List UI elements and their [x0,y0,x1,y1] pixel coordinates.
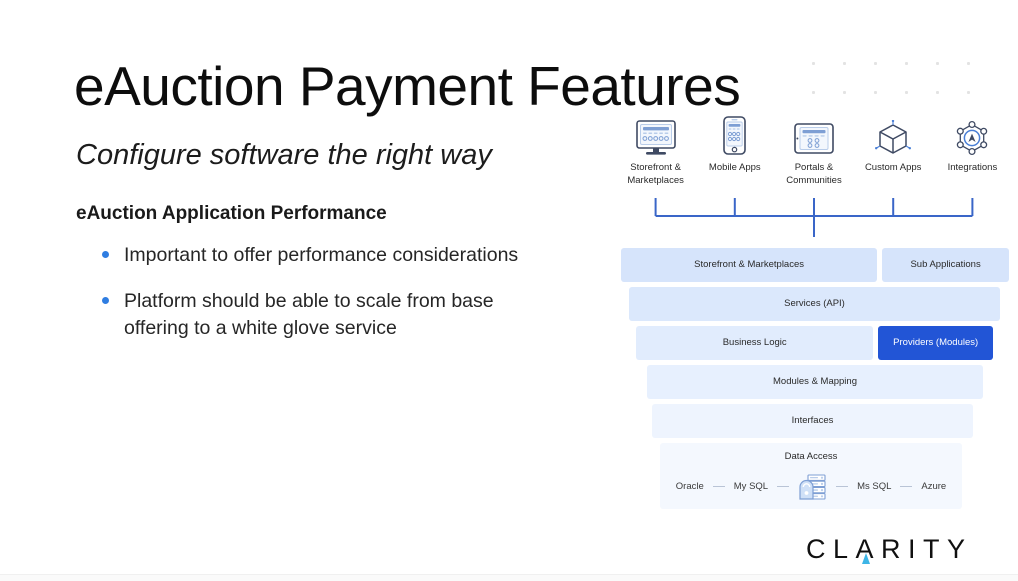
db-connector-dash [900,486,913,488]
db-connector-dash [836,486,849,488]
channel-item: Custom Apps [851,114,935,175]
layer-bar[interactable]: Modules & Mapping [647,365,983,399]
architecture-layer-stack: Storefront & Marketplaces Sub Application… [616,248,1012,514]
network-nodes-icon [930,114,1014,156]
bullet-text: Platform should be able to scale from ba… [124,289,494,340]
channel-item: Portals & Communities [772,114,856,187]
channel-item: Mobile Apps [693,114,777,175]
database-list: Oracle My SQL Ms SQL Azure [676,473,946,501]
layer-bar-label: Modules & Mapping [773,375,857,387]
layer-bar-label: Business Logic [722,336,787,348]
smartphone-icon [693,114,777,156]
slide-canvas: eAuction Payment Features Configure soft… [0,0,1018,581]
layer-bar-label: Interfaces [791,414,834,426]
channel-label: Integrations [947,162,998,173]
logo-text-after: RITY [881,534,973,564]
logo-accent-triangle-icon [861,553,870,564]
data-access-bar[interactable]: Data Access Oracle My SQL Ms SQL Azure [660,443,962,509]
layer-bar-label: Sub Applications [910,258,981,270]
logo-text-before: CL [806,534,856,564]
layer-row: Business Logic Providers (Modules) [636,326,993,360]
data-access-row: Data Access Oracle My SQL Ms SQL Azure [660,443,962,509]
list-item: Platform should be able to scale from ba… [96,288,526,343]
db-connector-dash [712,486,725,488]
layer-bar[interactable]: Business Logic [636,326,874,360]
list-item: Important to offer performance considera… [96,242,526,270]
data-access-title: Data Access [784,451,838,463]
layer-bar[interactable]: Sub Applications [882,248,1009,282]
section-heading: eAuction Application Performance [76,203,387,224]
dot-grid-decoration [812,62,1012,108]
channel-icon-row: Storefront & Marketplaces Mobile Apps Porta… [616,114,1012,194]
layer-row: Modules & Mapping [647,365,983,399]
page-title: eAuction Payment Features [74,55,741,117]
bracket-connector [616,196,1012,238]
database-server-lock-icon [798,473,827,501]
logo-letter-a: A [856,534,882,565]
bullet-dot-icon [102,296,109,304]
cube-icon [851,114,935,156]
page-subtitle: Configure software the right way [76,139,492,171]
layer-bar-label: Services (API) [784,297,845,309]
data-access-content: Data Access Oracle My SQL Ms SQL Azure [660,451,962,500]
bullet-list: Important to offer performance considera… [96,242,526,361]
channel-item: Storefront & Marketplaces [614,114,698,187]
bullet-text: Important to offer performance considera… [124,244,519,266]
db-connector-dash [777,486,790,488]
clarity-logo: CLA RITY [806,534,973,565]
layer-bar[interactable]: Storefront & Marketplaces [621,248,878,282]
channel-item: Integrations [930,114,1014,175]
layer-bar-label: Providers (Modules) [893,336,979,348]
bullet-dot-icon [102,251,109,258]
database-name: My SQL [733,481,769,493]
layer-row: Interfaces [652,404,973,438]
tablet-icon [772,114,856,156]
desktop-monitor-icon [614,114,698,156]
channel-label: Mobile Apps [708,162,761,173]
layer-bar[interactable]: Interfaces [652,404,973,438]
channel-label: Storefront & Marketplaces [627,162,684,186]
channel-label: Portals & Communities [786,162,842,186]
layer-bar[interactable]: Services (API) [629,287,1000,321]
layer-row: Storefront & Marketplaces Sub Application… [621,248,1009,282]
layer-row: Services (API) [629,287,1000,321]
database-name: Ms SQL [857,481,892,493]
database-name: Azure [921,481,947,493]
database-name: Oracle [675,481,704,493]
bottom-strip [0,574,1018,581]
layer-bar-label: Storefront & Marketplaces [694,258,804,270]
channel-label: Custom Apps [864,162,922,173]
layer-bar[interactable]: Providers (Modules) [878,326,993,360]
